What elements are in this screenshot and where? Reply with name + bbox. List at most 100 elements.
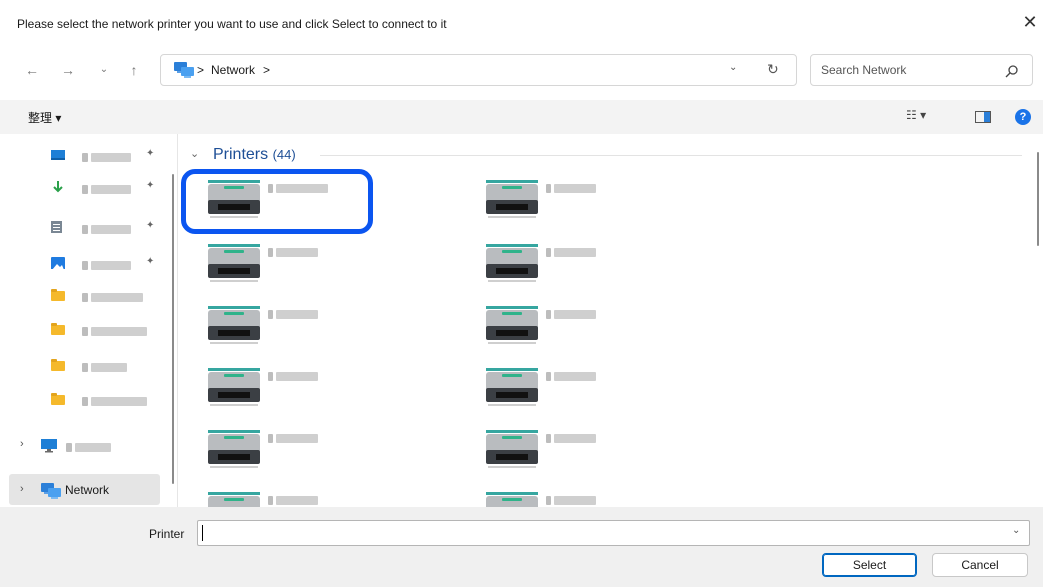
group-header[interactable]: Printers (44)	[213, 146, 296, 164]
folder-icon	[51, 323, 65, 335]
printer-field-label: Printer	[149, 527, 185, 541]
up-arrow-icon[interactable]: ↑	[122, 58, 146, 82]
printer-item[interactable]	[206, 304, 366, 354]
printer-name	[546, 370, 597, 384]
search-input[interactable]: Search Network	[821, 63, 906, 77]
breadcrumb-separator[interactable]: >	[263, 63, 270, 77]
sidebar-item-label: Network	[65, 483, 110, 497]
printer-item[interactable]	[484, 428, 644, 478]
sidebar-item-this-pc[interactable]: ›	[0, 430, 177, 460]
organize-button[interactable]: 整理 ▾	[28, 109, 61, 126]
printer-icon	[484, 366, 540, 411]
pin-icon: ✦	[146, 256, 155, 267]
chevron-right-icon[interactable]: ›	[20, 438, 24, 450]
selection-highlight	[181, 169, 373, 234]
refresh-icon[interactable]: ↻	[767, 61, 779, 78]
pin-icon: ✦	[146, 220, 155, 231]
content-scrollbar[interactable]	[1037, 152, 1039, 246]
printer-name	[546, 494, 597, 508]
printer-icon	[484, 242, 540, 287]
sidebar-item-network[interactable]: › Network	[9, 474, 160, 505]
chevron-down-icon[interactable]: ⌄	[92, 58, 116, 82]
sidebar-item-documents[interactable]: ✦	[0, 212, 177, 242]
toolbar: 整理 ▾ ☷ ▾ ?	[0, 100, 1043, 134]
network-icon	[174, 62, 194, 78]
select-button[interactable]: Select	[822, 553, 917, 577]
sidebar-item-folder[interactable]	[0, 350, 177, 380]
printer-item[interactable]	[206, 242, 366, 292]
breadcrumb-network[interactable]: Network	[211, 63, 255, 77]
breadcrumb-separator: >	[197, 63, 205, 77]
printer-name	[546, 182, 597, 196]
group-label: Printers	[213, 146, 269, 163]
printer-name	[268, 370, 319, 384]
preview-pane-icon[interactable]	[975, 111, 991, 123]
text-cursor	[202, 525, 203, 541]
sidebar-item-folder[interactable]	[0, 280, 177, 310]
printer-icon	[484, 304, 540, 349]
printer-item[interactable]	[206, 366, 366, 416]
printer-item[interactable]	[484, 366, 644, 416]
desktop-icon	[51, 150, 65, 160]
printer-item[interactable]	[484, 304, 644, 354]
search-icon[interactable]	[1005, 64, 1019, 78]
sidebar-scrollbar[interactable]	[172, 174, 174, 484]
back-arrow-icon[interactable]: ←	[20, 58, 44, 82]
sidebar-item-label	[82, 223, 132, 237]
printer-icon	[206, 304, 262, 349]
sidebar-item-label	[82, 361, 128, 375]
sidebar-item-label	[66, 441, 112, 455]
sidebar-item-label	[82, 151, 132, 165]
printer-icon	[484, 428, 540, 473]
printer-item[interactable]	[484, 178, 644, 228]
close-icon[interactable]: ✕	[1018, 10, 1042, 34]
address-bar[interactable]: > Network > ⌄ ↻	[160, 54, 797, 86]
monitor-icon	[41, 439, 57, 453]
network-icon	[41, 483, 61, 499]
printer-name	[268, 494, 319, 508]
folder-icon	[51, 359, 65, 371]
window-title: Please select the network printer you wa…	[17, 17, 447, 31]
folder-icon	[51, 393, 65, 405]
cancel-button[interactable]: Cancel	[932, 553, 1028, 577]
printer-icon	[206, 366, 262, 411]
printer-name	[546, 432, 597, 446]
printer-icon	[206, 242, 262, 287]
sidebar-item-label	[82, 395, 148, 409]
pin-icon: ✦	[146, 180, 155, 191]
pin-icon: ✦	[146, 148, 155, 159]
chevron-right-icon[interactable]: ›	[20, 483, 24, 495]
sidebar-item-desktop[interactable]: ✦	[0, 140, 177, 170]
sidebar-item-folder[interactable]	[0, 384, 177, 414]
printer-item[interactable]	[206, 428, 366, 478]
printer-name	[268, 246, 319, 260]
chevron-down-icon[interactable]: ⌄	[1012, 525, 1020, 536]
forward-arrow-icon[interactable]: →	[56, 58, 80, 82]
printer-name	[268, 308, 319, 322]
printer-name	[546, 246, 597, 260]
view-options-icon[interactable]: ☷ ▾	[906, 108, 926, 122]
printer-name	[268, 432, 319, 446]
title-bar: Please select the network printer you wa…	[0, 0, 1043, 44]
sidebar-item-pictures[interactable]: ✦	[0, 248, 177, 278]
group-divider	[320, 155, 1022, 156]
download-icon	[53, 181, 63, 193]
sidebar-item-label	[82, 183, 132, 197]
bottom-panel: Printer ⌄ Select Cancel	[0, 507, 1043, 587]
chevron-down-icon[interactable]: ⌄	[190, 147, 199, 160]
chevron-down-icon[interactable]: ⌄	[729, 62, 737, 73]
help-icon[interactable]: ?	[1015, 109, 1031, 125]
printer-field[interactable]: ⌄	[197, 520, 1030, 546]
sidebar-item-label	[82, 291, 144, 305]
printer-name	[546, 308, 597, 322]
folder-icon	[51, 289, 65, 301]
printer-icon	[206, 428, 262, 473]
document-icon	[51, 221, 62, 233]
printer-item[interactable]	[484, 242, 644, 292]
content-pane: ⌄ Printers (44)	[178, 134, 1043, 530]
pictures-icon	[51, 257, 65, 269]
search-box[interactable]: Search Network	[810, 54, 1033, 86]
navigation-pane: ✦ ✦ ✦ ✦ › › Network	[0, 134, 177, 507]
sidebar-item-downloads[interactable]: ✦	[0, 172, 177, 202]
sidebar-item-folder[interactable]	[0, 314, 177, 344]
